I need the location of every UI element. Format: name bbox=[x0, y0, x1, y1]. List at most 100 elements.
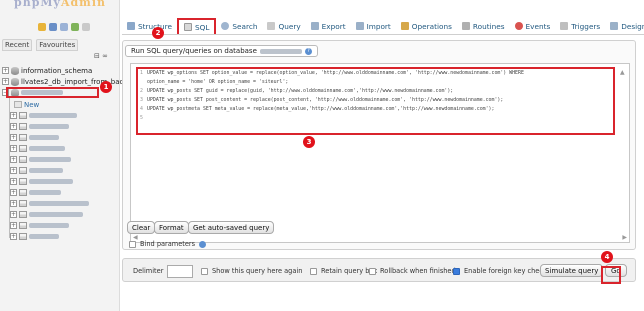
home-icon[interactable] bbox=[38, 23, 46, 31]
rollback-checkbox[interactable] bbox=[369, 267, 376, 275]
expand-icon[interactable]: + bbox=[10, 167, 17, 174]
tree-item-import-db[interactable]: + llvates2_db_import_from_backup bbox=[2, 76, 136, 87]
docs-icon[interactable] bbox=[60, 23, 68, 31]
delimiter-label: Delimiter bbox=[133, 267, 164, 275]
code-line[interactable]: 2 UPDATE wp_posts SET guid = replace(guid… bbox=[140, 88, 453, 94]
legend-text: Run SQL query/queries on database bbox=[131, 47, 257, 55]
show-query-again-option[interactable]: Show this query here again bbox=[201, 267, 302, 275]
format-button[interactable]: Format bbox=[154, 221, 189, 234]
table-icon bbox=[19, 145, 27, 152]
expand-icon[interactable]: + bbox=[10, 112, 17, 119]
tab-structure[interactable]: Structure bbox=[122, 18, 177, 34]
tab-search[interactable]: Search bbox=[216, 18, 262, 34]
expand-icon[interactable]: + bbox=[10, 211, 17, 218]
tab-events[interactable]: Events bbox=[510, 18, 556, 34]
expand-icon[interactable]: + bbox=[10, 123, 17, 130]
expand-icon[interactable]: + bbox=[2, 67, 9, 74]
tree-item-information-schema[interactable]: + information_schema bbox=[2, 65, 92, 76]
expand-icon[interactable]: + bbox=[10, 233, 17, 240]
expand-icon[interactable]: + bbox=[10, 189, 17, 196]
get-auto-saved-query-button[interactable]: Get auto-saved query bbox=[188, 221, 275, 234]
table-row[interactable]: + bbox=[10, 143, 65, 154]
main-content: Run SQL query/queries on database ? 1 UPD… bbox=[122, 40, 644, 311]
redacted-table-name bbox=[29, 201, 89, 206]
sql-editor[interactable]: 1 UPDATE wp_options SET option_value = re… bbox=[130, 63, 630, 243]
code-line[interactable]: 5 bbox=[140, 115, 147, 121]
tree-item-label[interactable]: information_schema bbox=[21, 67, 92, 75]
nav-tab-recent[interactable]: Recent bbox=[2, 39, 33, 51]
sql-query-fieldset: Run SQL query/queries on database ? 1 UPD… bbox=[122, 40, 636, 250]
tab-label: SQL bbox=[194, 22, 210, 32]
tab-designer[interactable]: Designer bbox=[605, 18, 644, 34]
help-icon[interactable]: ? bbox=[304, 47, 312, 55]
table-row[interactable]: + bbox=[10, 187, 61, 198]
reload-icon[interactable] bbox=[82, 23, 90, 31]
collapse-all-icon[interactable]: ⊟ ∞ bbox=[94, 52, 108, 60]
redacted-table-name bbox=[29, 190, 61, 195]
code-line[interactable]: 4 UPDATE wp_postmeta SET meta_value = rep… bbox=[140, 106, 494, 112]
help-icon[interactable] bbox=[199, 240, 207, 248]
tab-label: Triggers bbox=[571, 21, 601, 31]
table-row[interactable]: + bbox=[10, 198, 89, 209]
code-line[interactable]: 1 UPDATE wp_options SET option_value = re… bbox=[140, 70, 524, 76]
table-row[interactable]: + bbox=[10, 220, 69, 231]
simulate-query-button[interactable]: Simulate query bbox=[540, 264, 604, 277]
expand-icon[interactable]: + bbox=[10, 222, 17, 229]
settings-icon[interactable] bbox=[71, 23, 79, 31]
redacted-table-name bbox=[29, 168, 63, 173]
database-icon bbox=[11, 77, 19, 86]
foreign-key-checks-option[interactable]: Enable foreign key checks bbox=[453, 267, 550, 275]
code-line[interactable]: option_name = 'home' OR option_name = 's… bbox=[140, 79, 288, 85]
option-label: Show this query here again bbox=[212, 267, 303, 275]
tab-sql[interactable]: SQL bbox=[176, 18, 217, 34]
tab-query[interactable]: Query bbox=[262, 18, 305, 34]
delimiter-input[interactable] bbox=[167, 265, 193, 278]
expand-icon[interactable]: + bbox=[2, 78, 9, 85]
show-query-again-checkbox[interactable] bbox=[201, 267, 208, 275]
redacted-table-name bbox=[29, 157, 71, 162]
tab-triggers[interactable]: Triggers bbox=[555, 18, 605, 34]
table-row[interactable]: + bbox=[10, 121, 69, 132]
logout-icon[interactable] bbox=[49, 23, 57, 31]
table-row[interactable]: + bbox=[10, 165, 63, 176]
table-row[interactable]: + bbox=[10, 209, 83, 220]
tab-export[interactable]: Export bbox=[306, 18, 351, 34]
tab-label: Export bbox=[321, 21, 346, 31]
bind-parameters-option[interactable]: Bind parameters bbox=[129, 240, 207, 248]
table-row[interactable]: + bbox=[10, 176, 73, 187]
code-line[interactable]: 3 UPDATE wp_posts SET post_content = repl… bbox=[140, 97, 503, 103]
retain-query-box-option[interactable]: Retain query box bbox=[310, 267, 377, 275]
clear-button[interactable]: Clear bbox=[127, 221, 156, 234]
search-icon bbox=[221, 22, 230, 30]
retain-query-box-checkbox[interactable] bbox=[310, 267, 317, 275]
expand-icon[interactable]: + bbox=[10, 178, 17, 185]
phpmyadmin-logo[interactable]: phpMyAdmin bbox=[8, 0, 118, 36]
foreign-key-checks-checkbox[interactable] bbox=[453, 267, 460, 275]
nav-tab-favourites[interactable]: Favourites bbox=[36, 39, 79, 51]
bind-parameters-checkbox[interactable] bbox=[129, 240, 136, 248]
table-row[interactable]: + bbox=[10, 110, 77, 121]
table-icon bbox=[19, 211, 27, 218]
table-icon bbox=[19, 178, 27, 185]
tree-item-new[interactable]: New bbox=[14, 99, 39, 110]
table-icon bbox=[19, 123, 27, 130]
sql-panel-legend: Run SQL query/queries on database ? bbox=[125, 45, 318, 57]
table-row[interactable]: + bbox=[10, 132, 59, 143]
expand-icon[interactable]: + bbox=[10, 134, 17, 141]
expand-icon[interactable]: + bbox=[10, 156, 17, 163]
step-marker-4: 4 bbox=[601, 251, 613, 263]
scroll-up-icon[interactable]: ▲ bbox=[620, 69, 625, 76]
scroll-right-icon[interactable]: ▶ bbox=[622, 234, 627, 241]
table-row[interactable]: + bbox=[10, 231, 59, 242]
table-row[interactable]: + bbox=[10, 154, 71, 165]
tab-routines[interactable]: Routines bbox=[457, 18, 510, 34]
expand-icon[interactable]: + bbox=[10, 200, 17, 207]
tab-import[interactable]: Import bbox=[351, 18, 396, 34]
editor-vertical-scrollbar[interactable]: ▲ bbox=[618, 65, 628, 241]
tree-item-label[interactable]: llvates2_db_import_from_backup bbox=[21, 78, 136, 86]
expand-icon[interactable]: + bbox=[10, 145, 17, 152]
tab-operations[interactable]: Operations bbox=[396, 18, 457, 34]
tree-item-label[interactable]: New bbox=[24, 101, 39, 109]
rollback-option[interactable]: Rollback when finished bbox=[369, 267, 456, 275]
table-icon bbox=[19, 189, 27, 196]
